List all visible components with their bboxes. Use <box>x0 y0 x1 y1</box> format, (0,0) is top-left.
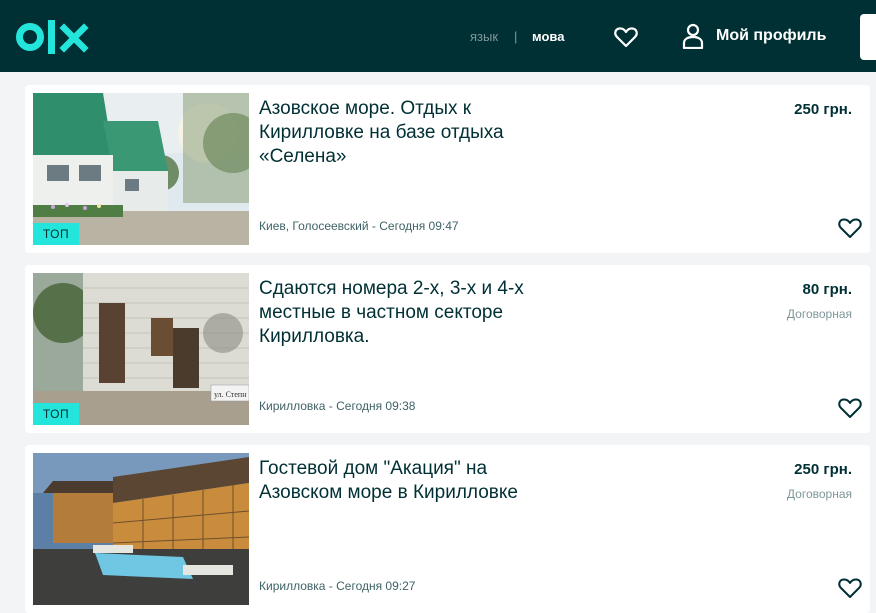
heart-icon[interactable] <box>838 217 862 239</box>
listing-price: 80 грн. <box>802 281 853 298</box>
heart-icon[interactable] <box>838 397 862 419</box>
language-ua-link[interactable]: мова <box>532 29 564 44</box>
street-sign-text: ул. Степн <box>214 390 247 399</box>
heart-icon[interactable] <box>838 577 862 599</box>
listing-title[interactable]: Гостевой дом "Акация" на Азовском море в… <box>259 457 559 505</box>
listing-price: 250 грн. <box>794 101 852 118</box>
listing-location-date: Кирилловка - Сегодня 09:38 <box>259 399 416 413</box>
listing-photo[interactable] <box>33 453 249 605</box>
negotiable-label: Договорная <box>786 487 852 501</box>
post-ad-button[interactable] <box>860 14 876 60</box>
listing-photo[interactable]: ТОП <box>33 93 249 245</box>
language-ru-link[interactable]: язык <box>470 29 498 44</box>
listing-card[interactable]: Гостевой дом "Акация" на Азовском море в… <box>25 445 870 613</box>
listing-card[interactable]: ул. Степн ТОП Сдаются номера 2-х, 3-х и … <box>25 265 870 433</box>
listing-price: 250 грн. <box>794 461 852 478</box>
listing-photo[interactable]: ул. Степн ТОП <box>33 273 249 425</box>
top-badge: ТОП <box>33 223 79 245</box>
listing-card[interactable]: ТОП Азовское море. Отдых к Кирилловке на… <box>25 85 870 253</box>
language-divider: | <box>514 29 518 44</box>
my-profile-button[interactable]: Мой профиль <box>682 22 826 50</box>
listing-location-date: Кирилловка - Сегодня 09:27 <box>259 579 416 593</box>
top-badge: ТОП <box>33 403 79 425</box>
listing-title[interactable]: Азовское море. Отдых к Кирилловке на баз… <box>259 97 559 169</box>
listing-location-date: Киев, Голосеевский - Сегодня 09:47 <box>259 219 459 233</box>
my-profile-label: Мой профиль <box>716 27 827 44</box>
heart-icon[interactable] <box>614 26 638 48</box>
negotiable-label: Договорная <box>786 307 852 321</box>
user-icon <box>682 23 704 49</box>
listing-title[interactable]: Сдаются номера 2-х, 3-х и 4-х местные в … <box>259 277 559 349</box>
top-header: язык | мова Мой профиль <box>0 0 876 72</box>
olx-logo[interactable] <box>16 17 90 57</box>
